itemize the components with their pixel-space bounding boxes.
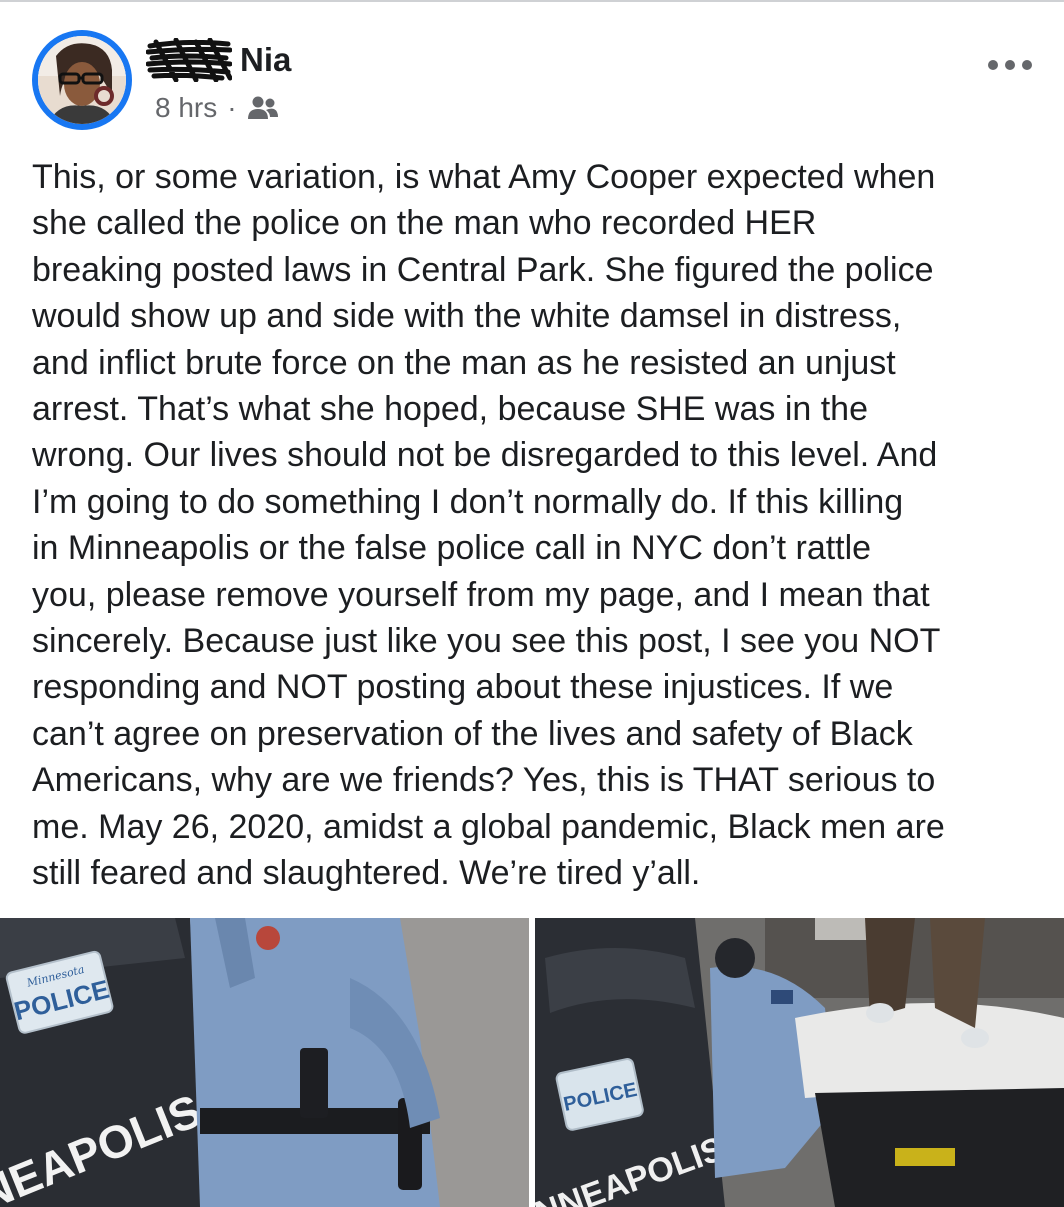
post-text-line: can’t agree on preservation of the lives…: [32, 714, 913, 753]
post-text-line: Americans, why are we friends? Yes, this…: [32, 761, 936, 800]
post-text-line: she called the police on the man who rec…: [32, 204, 817, 243]
more-dot: [988, 60, 998, 70]
post-text-line: still feared and slaughtered. We’re tire…: [32, 854, 701, 893]
post-text-line: sincerely. Because just like you see thi…: [32, 622, 941, 661]
redaction-scribble: [146, 38, 232, 82]
post-header: Nia 8 hrs ·: [0, 0, 1064, 140]
post-photos: Minnesota POLICE NEAPOLIS POLICE NNEAPOL…: [0, 918, 1064, 1207]
photo-right[interactable]: POLICE NNEAPOLIS: [535, 918, 1064, 1207]
avatar-photo: [38, 36, 126, 124]
post-text-line: responding and NOT posting about these i…: [32, 668, 894, 707]
post-meta: 8 hrs ·: [155, 88, 279, 128]
post-time[interactable]: 8 hrs: [155, 92, 217, 124]
avatar[interactable]: [32, 30, 132, 130]
more-dot: [1022, 60, 1032, 70]
post-text-line: would show up and side with the white da…: [32, 297, 902, 336]
post-text-line: arrest. That’s what she hoped, because S…: [32, 390, 869, 429]
post-text-line: I’m going to do something I don’t normal…: [32, 482, 904, 521]
post-text-line: and inflict brute force on the man as he…: [32, 343, 896, 382]
photo-left[interactable]: Minnesota POLICE NEAPOLIS: [0, 918, 529, 1207]
post-text-line: This, or some variation, is what Amy Coo…: [32, 158, 936, 196]
post-body: This, or some variation, is what Amy Coo…: [32, 154, 1042, 897]
post-text-line: you, please remove yourself from my page…: [32, 575, 930, 614]
author-name[interactable]: Nia: [240, 41, 291, 79]
friends-icon: [247, 96, 278, 119]
meta-separator: ·: [227, 92, 237, 123]
post-text-line: breaking posted laws in Central Park. Sh…: [32, 250, 934, 289]
more-options-button[interactable]: [988, 50, 1032, 80]
post-text-line: in Minneapolis or the false police call …: [32, 529, 872, 568]
more-dot: [1005, 60, 1015, 70]
post-text-line: wrong. Our lives should not be disregard…: [32, 436, 938, 475]
post-text-line: me. May 26, 2020, amidst a global pandem…: [32, 807, 945, 846]
author-row: Nia: [146, 38, 291, 82]
